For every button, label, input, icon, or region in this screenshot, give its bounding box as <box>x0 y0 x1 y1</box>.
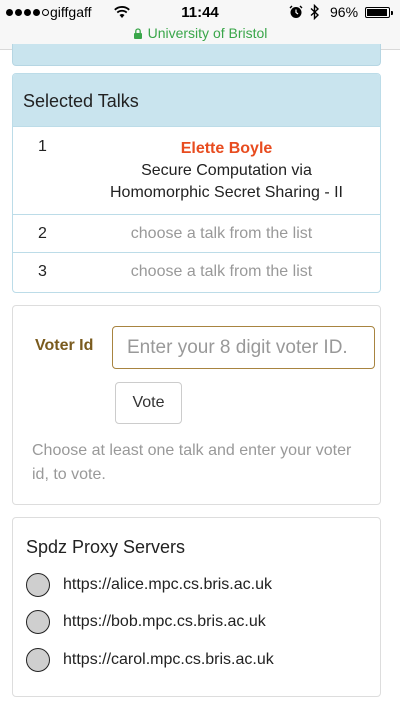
url-bar[interactable]: University of Bristol <box>0 25 400 41</box>
proxy-servers-panel: Spdz Proxy Servers https://alice.mpc.cs.… <box>12 517 381 697</box>
talk-title-line-2: Homomorphic Secret Sharing - II <box>110 184 343 201</box>
talk-number: 1 <box>38 138 47 155</box>
talk-row[interactable]: 1 Elette Boyle Secure Computation via Ho… <box>13 127 380 215</box>
battery-icon <box>365 7 393 18</box>
talk-number: 3 <box>38 263 47 280</box>
vote-button[interactable]: Vote <box>115 382 182 424</box>
server-status-icon <box>26 610 50 634</box>
talk-placeholder: choose a talk from the list <box>130 225 313 242</box>
talk-number: 2 <box>38 225 47 242</box>
battery-percentage: 96% <box>330 4 359 20</box>
talk-row[interactable]: 3 choose a talk from the list <box>13 253 380 291</box>
selected-talks-panel: Selected Talks 1 Elette Boyle Secure Com… <box>12 73 381 293</box>
server-address: https://alice.mpc.cs.bris.ac.uk <box>63 576 272 593</box>
lock-icon <box>133 28 142 39</box>
talk-placeholder: choose a talk from the list <box>130 263 313 280</box>
status-bar: giffgaff 11:44 96% University of Bristol <box>0 0 400 50</box>
talk-row[interactable]: 2 choose a talk from the list <box>13 215 380 253</box>
server-address: https://carol.mpc.cs.bris.ac.uk <box>63 651 274 668</box>
vote-help-text: Choose at least one talk and enter your … <box>32 442 352 483</box>
server-status-icon <box>26 573 50 597</box>
previous-panel-footer <box>12 44 381 66</box>
server-status-icon <box>26 648 50 672</box>
server-address: https://bob.mpc.cs.bris.ac.uk <box>63 613 266 630</box>
bluetooth-icon <box>310 4 320 20</box>
voter-id-input[interactable] <box>112 326 375 369</box>
talk-title-line-1: Secure Computation via <box>141 162 312 179</box>
talk-speaker: Elette Boyle <box>180 140 273 157</box>
proxy-servers-title: Spdz Proxy Servers <box>26 537 186 557</box>
selected-talks-heading: Selected Talks <box>13 74 380 127</box>
site-name: University of Bristol <box>147 25 268 41</box>
voter-id-label: Voter Id <box>35 337 94 354</box>
alarm-icon <box>289 5 303 18</box>
vote-panel: Voter Id Vote Choose at least one talk a… <box>12 305 381 505</box>
